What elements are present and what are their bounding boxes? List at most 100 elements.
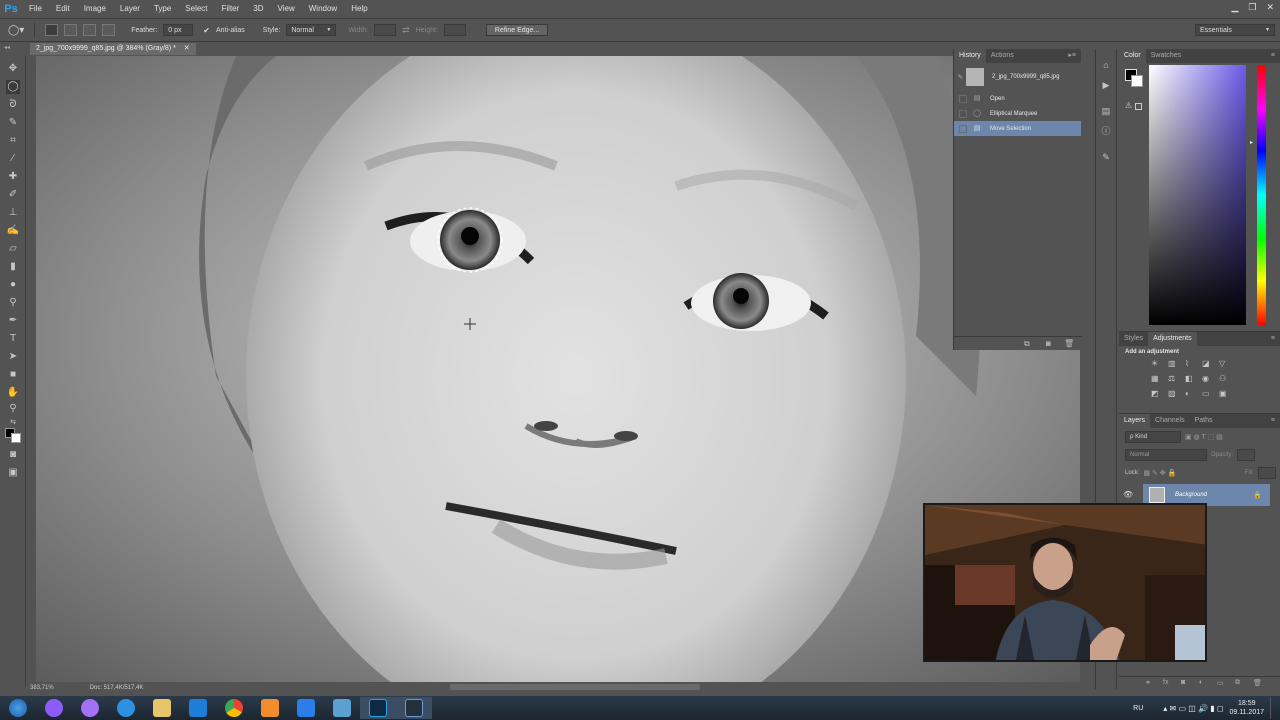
photo-filter-icon[interactable]: ◉ xyxy=(1202,374,1218,383)
history-source-checkbox[interactable] xyxy=(959,94,967,103)
restore-icon[interactable]: ❐ xyxy=(1248,2,1256,13)
tab-history[interactable]: History xyxy=(954,49,986,63)
type-tool-icon[interactable]: T xyxy=(6,332,20,346)
menu-help[interactable]: Help xyxy=(344,0,374,18)
warning-icon[interactable]: ⚠ xyxy=(1125,101,1132,110)
taskbar-app[interactable] xyxy=(216,697,252,719)
panel-menu-icon[interactable]: ≡ xyxy=(1266,332,1280,346)
new-document-from-state-icon[interactable]: ⧉ xyxy=(1024,339,1030,349)
background-color-swatch[interactable] xyxy=(1131,75,1143,87)
threshold-icon[interactable]: ◐ xyxy=(1185,389,1201,398)
history-source-checkbox[interactable] xyxy=(959,109,967,118)
blend-mode-select[interactable]: Normal xyxy=(1125,449,1207,461)
lock-icons[interactable]: ▦ ✎ ✥ 🔒 xyxy=(1143,469,1176,477)
tab-styles[interactable]: Styles xyxy=(1119,332,1148,346)
width-input[interactable] xyxy=(374,24,397,36)
link-layers-icon[interactable]: ⚭ xyxy=(1145,679,1151,687)
properties-panel-icon[interactable]: ▤ xyxy=(1100,105,1112,117)
history-item[interactable]: ▤ Open xyxy=(954,91,1081,106)
clone-stamp-tool-icon[interactable]: ⊥ xyxy=(6,206,20,220)
style-select[interactable]: Normal ▼ xyxy=(286,24,337,36)
color-balance-icon[interactable]: ⚖ xyxy=(1168,374,1184,383)
pen-tool-icon[interactable]: ✒ xyxy=(6,314,20,328)
refine-edge-button[interactable]: Refine Edge... xyxy=(485,24,549,36)
taskbar-app[interactable] xyxy=(36,697,72,719)
opacity-input[interactable] xyxy=(1237,449,1256,461)
new-layer-icon[interactable]: ⧉ xyxy=(1235,679,1240,687)
menu-3d[interactable]: 3D xyxy=(246,0,270,18)
subtract-selection-icon[interactable] xyxy=(83,24,97,36)
horizontal-scrollbar[interactable] xyxy=(450,684,700,690)
taskbar-app[interactable] xyxy=(396,697,432,719)
elliptical-marquee-icon[interactable]: ◯▾ xyxy=(8,25,24,36)
info-panel-icon[interactable]: ⓘ xyxy=(1100,125,1112,137)
menu-view[interactable]: View xyxy=(271,0,302,18)
toolbar-collapse-icon[interactable]: ◂◂ xyxy=(4,44,10,51)
close-tab-icon[interactable]: ✕ xyxy=(184,45,190,52)
brush-tool-icon[interactable]: ✐ xyxy=(6,188,20,202)
new-group-icon[interactable]: ▭ xyxy=(1217,679,1224,687)
quick-selection-tool-icon[interactable]: ✎ xyxy=(6,116,20,130)
swap-icon[interactable]: ⇄ xyxy=(402,25,410,36)
antialias-checkbox[interactable]: ✔ xyxy=(203,26,210,35)
create-snapshot-icon[interactable]: ◙ xyxy=(1046,339,1051,348)
menu-layer[interactable]: Layer xyxy=(113,0,147,18)
menu-image[interactable]: Image xyxy=(77,0,113,18)
crop-tool-icon[interactable]: ⌗ xyxy=(6,134,20,148)
history-brush-tool-icon[interactable]: ✍ xyxy=(6,224,20,238)
history-panel-icon[interactable]: ⌂ xyxy=(1100,59,1112,71)
healing-brush-tool-icon[interactable]: ✚ xyxy=(6,170,20,184)
actions-panel-icon[interactable]: ▶ xyxy=(1100,79,1112,91)
brightness-contrast-icon[interactable]: ☀ xyxy=(1151,359,1167,368)
color-spectrum-field[interactable] xyxy=(1149,65,1246,325)
language-indicator[interactable]: RU xyxy=(1133,705,1143,712)
taskbar-app[interactable] xyxy=(108,697,144,719)
minimize-icon[interactable]: ▁ xyxy=(1231,2,1238,13)
menu-edit[interactable]: Edit xyxy=(49,0,77,18)
layer-kind-filter[interactable]: ρ Kind xyxy=(1125,431,1181,443)
history-item[interactable]: ◯ Elliptical Marquee xyxy=(954,106,1081,121)
blur-tool-icon[interactable]: ● xyxy=(6,278,20,292)
clock[interactable]: 18:59 09.11.2017 xyxy=(1229,699,1264,717)
document-tab[interactable]: 2_jpg_700x9999_q85.jpg @ 384% (Gray/8) *… xyxy=(30,43,196,55)
fill-input[interactable] xyxy=(1258,467,1276,479)
trash-icon[interactable]: 🗑 xyxy=(1253,679,1262,687)
curves-icon[interactable]: ⌇ xyxy=(1185,359,1201,368)
vibrance-icon[interactable]: ▽ xyxy=(1219,359,1235,368)
panel-menu-icon[interactable]: ≡ xyxy=(1266,414,1280,428)
zoom-level[interactable]: 383,71% xyxy=(30,685,54,691)
taskbar-app-photoshop[interactable] xyxy=(360,697,396,719)
brushes-panel-icon[interactable]: ✎ xyxy=(1100,151,1112,163)
history-snapshot[interactable]: ✎ 2_jpg_700x9999_q85.jpg xyxy=(954,63,1081,91)
tab-channels[interactable]: Channels xyxy=(1150,414,1190,428)
taskbar-app[interactable] xyxy=(72,697,108,719)
background-color-swatch[interactable] xyxy=(11,433,21,443)
height-input[interactable] xyxy=(443,24,466,36)
eraser-tool-icon[interactable]: ▱ xyxy=(6,242,20,256)
tab-actions[interactable]: Actions xyxy=(986,49,1019,63)
posterize-icon[interactable]: ▨ xyxy=(1168,389,1184,398)
add-selection-icon[interactable] xyxy=(64,24,78,36)
web-safe-icon[interactable] xyxy=(1135,103,1142,110)
screen-mode-icon[interactable]: ▣ xyxy=(6,466,20,480)
rectangle-tool-icon[interactable]: ■ xyxy=(6,368,20,382)
panel-menu-icon[interactable]: ≡ xyxy=(1266,49,1280,63)
tab-layers[interactable]: Layers xyxy=(1119,414,1151,428)
workspace-select[interactable]: Essentials ▼ xyxy=(1195,24,1275,36)
zoom-tool-icon[interactable]: ⚲ xyxy=(6,402,20,416)
history-source-checkbox[interactable] xyxy=(959,124,967,133)
invert-icon[interactable]: ◩ xyxy=(1151,389,1167,398)
hand-tool-icon[interactable]: ✋ xyxy=(6,386,20,400)
exposure-icon[interactable]: ◪ xyxy=(1202,359,1218,368)
elliptical-marquee-tool-icon[interactable]: ◯ xyxy=(6,80,20,94)
doc-size[interactable]: Doc: 517,4K/517,4K xyxy=(90,685,144,691)
selective-color-icon[interactable]: ▣ xyxy=(1219,389,1235,398)
layer-mask-icon[interactable]: ◙ xyxy=(1181,679,1185,686)
gradient-map-icon[interactable]: ▭ xyxy=(1202,389,1218,398)
start-button[interactable] xyxy=(0,697,36,719)
close-icon[interactable]: ✕ xyxy=(1266,2,1274,13)
trash-icon[interactable]: 🗑 xyxy=(1064,339,1074,348)
new-selection-icon[interactable] xyxy=(45,24,59,36)
intersect-selection-icon[interactable] xyxy=(102,24,116,36)
taskbar-app[interactable] xyxy=(180,697,216,719)
